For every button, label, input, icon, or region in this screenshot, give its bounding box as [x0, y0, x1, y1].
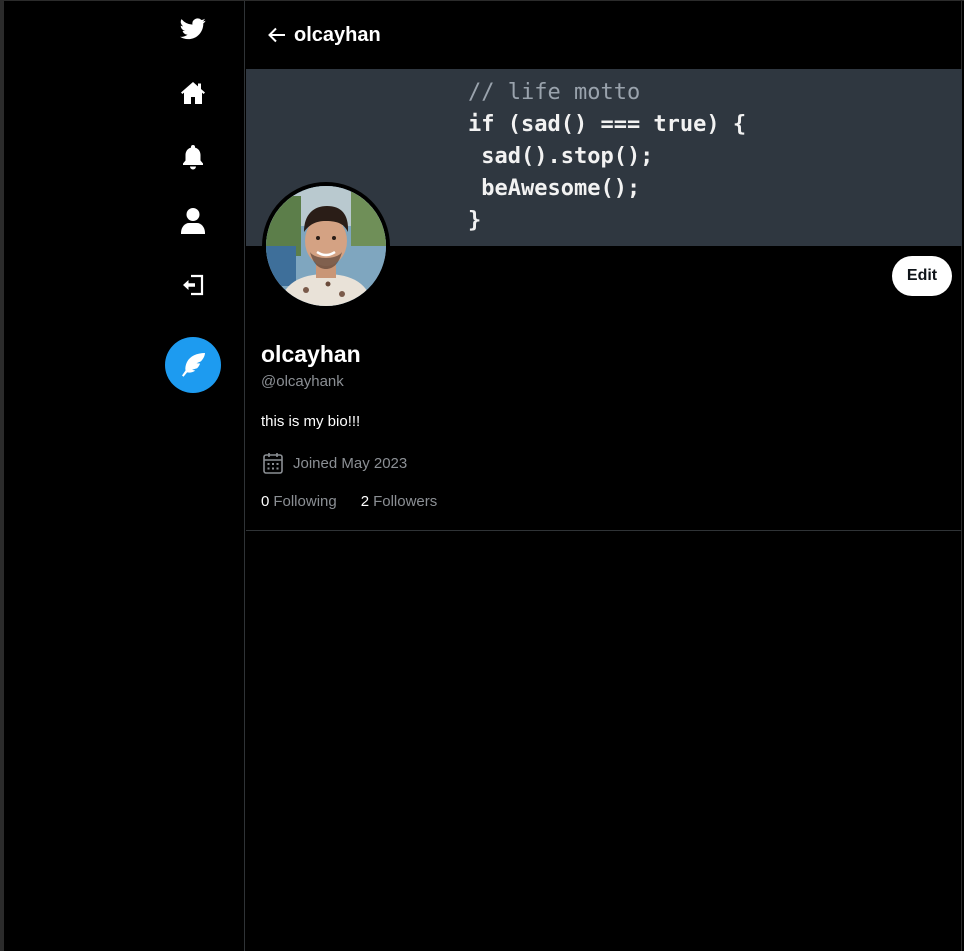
calendar-icon [263, 453, 283, 474]
banner-code: // life motto if (sad() === true) { sad(… [468, 77, 746, 237]
nav-home[interactable] [173, 73, 213, 113]
profile-page: olcayhan // life motto if (sad() === tru… [246, 1, 962, 951]
banner-code-line: sad().stop(); [468, 144, 654, 169]
following-label: Following [273, 493, 337, 510]
following-link[interactable]: 0 Following [261, 493, 337, 510]
banner-code-line: } [468, 208, 482, 233]
twitter-logo-button[interactable] [173, 9, 213, 49]
profile-bio: this is my bio!!! [261, 413, 361, 430]
followers-count: 2 [360, 493, 370, 510]
follow-stats: 0 Following 2 Followers [261, 493, 461, 510]
followers-label: Followers [373, 493, 438, 510]
twitter-logo-icon [180, 18, 206, 40]
tweet-button[interactable] [165, 337, 221, 393]
top-bar: olcayhan [246, 1, 962, 69]
nav-notifications[interactable] [173, 137, 213, 177]
following-count: 0 [261, 493, 270, 510]
feather-icon [182, 353, 205, 377]
avatar-photo [266, 186, 386, 306]
arrow-left-icon [268, 27, 285, 43]
home-icon [181, 82, 205, 104]
banner-code-line: if (sad() === true) { [468, 112, 747, 137]
sidebar [4, 1, 245, 951]
user-icon [181, 208, 205, 234]
back-button[interactable] [266, 24, 288, 46]
page-title: olcayhan [294, 23, 381, 46]
banner-code-line: // life motto [468, 80, 641, 105]
nav-logout[interactable] [173, 265, 213, 305]
nav-profile[interactable] [173, 201, 213, 241]
edit-profile-button[interactable]: Edit [892, 256, 952, 296]
joined-text: Joined May 2023 [293, 454, 408, 472]
joined-date: Joined May 2023 [261, 451, 407, 475]
followers-link[interactable]: 2 Followers [361, 493, 438, 510]
logout-icon [183, 274, 204, 296]
profile-handle: @olcayhank [261, 373, 344, 390]
avatar[interactable] [262, 182, 390, 310]
banner-code-line: beAwesome(); [468, 176, 641, 201]
divider [246, 530, 962, 531]
profile-name: olcayhan [261, 341, 361, 367]
bell-icon [183, 145, 203, 170]
